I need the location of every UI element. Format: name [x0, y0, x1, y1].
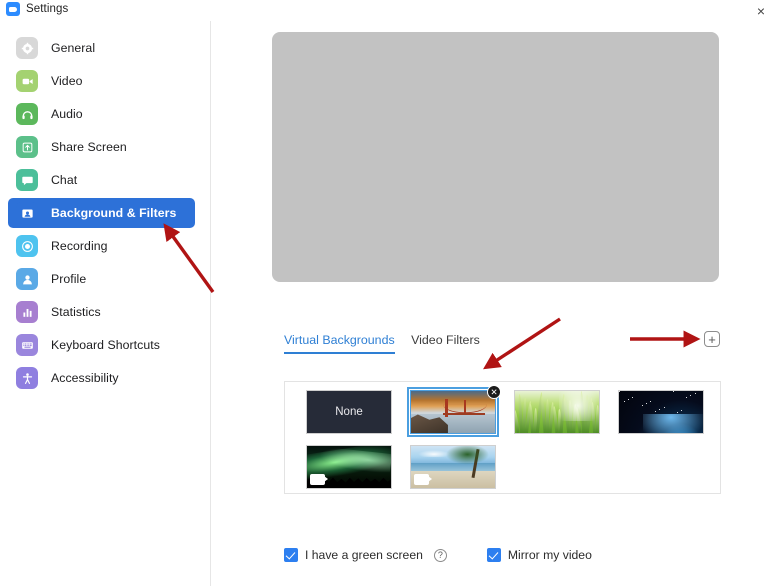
keyboard-icon	[16, 334, 38, 356]
sidebar-item-label: Audio	[51, 107, 83, 121]
checkbox[interactable]	[284, 548, 298, 562]
background-thumbnail-bridge[interactable]: ✕	[407, 385, 501, 437]
video-background-icon	[310, 474, 328, 485]
tab-video-filters[interactable]: Video Filters	[411, 333, 480, 352]
option-label: I have a green screen	[305, 548, 423, 562]
sidebar-item-background-filters[interactable]: Background & Filters	[8, 198, 195, 228]
sidebar-item-label: Background & Filters	[51, 206, 177, 220]
upload-icon	[16, 136, 38, 158]
zoom-logo-icon	[6, 2, 20, 16]
sidebar-item-label: Keyboard Shortcuts	[51, 338, 160, 352]
record-icon	[16, 235, 38, 257]
settings-sidebar: General Video Audio Share Screen Chat Backgro…	[0, 21, 211, 586]
checkbox[interactable]	[486, 548, 501, 562]
gear-icon	[16, 37, 38, 59]
background-thumbnail-label: None	[335, 406, 363, 418]
background-thumbnail-earth[interactable]	[618, 390, 704, 434]
backgrounds-grid: None ✕	[306, 385, 710, 489]
video-background-icon	[414, 474, 432, 485]
accessibility-icon	[16, 367, 38, 389]
sidebar-item-audio[interactable]: Audio	[8, 99, 195, 129]
background-thumbnail-image	[411, 391, 495, 433]
headset-icon	[16, 103, 38, 125]
sidebar-item-label: Share Screen	[51, 140, 127, 154]
chat-icon	[16, 169, 38, 191]
sidebar-item-keyboard-shortcuts[interactable]: Keyboard Shortcuts	[8, 330, 195, 360]
close-icon[interactable]: ×	[741, 0, 781, 21]
background-thumbnail-beach[interactable]	[410, 445, 496, 489]
sidebar-item-accessibility[interactable]: Accessibility	[8, 363, 195, 393]
sidebar-item-profile[interactable]: Profile	[8, 264, 195, 294]
sidebar-item-general[interactable]: General	[8, 33, 195, 63]
settings-window: Settings × General Video Audio Share Screen…	[0, 0, 781, 586]
background-thumbnail-grass[interactable]	[514, 390, 600, 434]
title-bar-left: Settings	[6, 2, 68, 16]
tab-virtual-backgrounds[interactable]: Virtual Backgrounds	[284, 333, 395, 354]
add-background-button[interactable]: +	[704, 331, 720, 347]
backgrounds-panel: None ✕	[284, 381, 721, 494]
sidebar-item-video[interactable]: Video	[8, 66, 195, 96]
option-label: Mirror my video	[507, 548, 592, 562]
window-body: General Video Audio Share Screen Chat Backgro…	[0, 21, 781, 586]
background-thumbnail-none[interactable]: None	[306, 390, 392, 434]
sidebar-item-label: Video	[51, 74, 83, 88]
sidebar-item-label: Profile	[51, 272, 87, 286]
video-preview	[272, 32, 719, 282]
bar-chart-icon	[16, 301, 38, 323]
window-title: Settings	[26, 3, 69, 15]
background-thumbnail-image: None	[307, 391, 391, 433]
background-thumbnail-image	[619, 391, 703, 433]
person-icon	[16, 268, 38, 290]
sidebar-item-chat[interactable]: Chat	[8, 165, 195, 195]
person-card-icon	[16, 202, 38, 224]
title-bar: Settings ×	[0, 0, 781, 21]
sidebar-item-statistics[interactable]: Statistics	[8, 297, 195, 327]
camera-icon	[16, 70, 38, 92]
background-thumbnail-aurora[interactable]	[306, 445, 392, 489]
option-i-have-a-green-screen[interactable]: I have a green screen?	[284, 548, 447, 562]
help-icon[interactable]: ?	[433, 548, 447, 562]
sidebar-item-share-screen[interactable]: Share Screen	[8, 132, 195, 162]
sidebar-item-recording[interactable]: Recording	[8, 231, 195, 261]
sidebar-item-label: Statistics	[51, 305, 101, 319]
tabs-row: Virtual Backgrounds Video Filters +	[284, 331, 724, 357]
settings-content: Virtual Backgrounds Video Filters + None…	[211, 21, 781, 586]
sidebar-item-label: Chat	[51, 173, 78, 187]
sidebar-item-label: General	[51, 41, 96, 55]
option-mirror-my-video[interactable]: Mirror my video	[486, 548, 592, 562]
remove-background-icon[interactable]: ✕	[487, 385, 501, 399]
options-row: I have a green screen? Mirror my video	[284, 548, 592, 562]
sidebar-item-label: Accessibility	[51, 371, 119, 385]
sidebar-item-label: Recording	[51, 239, 108, 253]
background-thumbnail-image	[515, 391, 599, 433]
